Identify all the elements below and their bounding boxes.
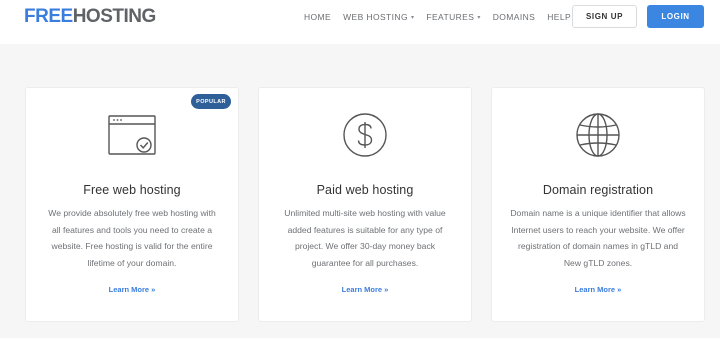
nav-label: HELP [547,12,572,22]
learn-more-link[interactable]: Learn More » [492,285,704,294]
feature-card-free-hosting: Free web hosting We provide absolutely f… [25,87,239,322]
main-nav: HOME WEB HOSTING ▾ FEATURES ▾ DOMAINS HE… [304,12,589,22]
chevron-down-icon: ▾ [410,14,415,21]
nav-label: DOMAINS [492,12,536,22]
logo-hosting-text: HOSTING [72,6,157,27]
nav-label: FEATURES [426,12,475,22]
popular-badge: POPULAR [191,94,231,109]
card-title: Paid web hosting [316,183,414,197]
nav-label: HOME [304,12,332,22]
logo-free-text: FREE [24,6,73,27]
chevron-down-icon: ▾ [477,14,481,21]
browser-window-check-icon [107,110,157,160]
learn-more-link[interactable]: Learn More » [259,285,471,294]
nav-item-features[interactable]: FEATURES ▾ [426,12,480,22]
nav-label: WEB HOSTING [343,12,408,22]
nav-item-web-hosting[interactable]: WEB HOSTING ▾ [343,12,414,22]
learn-more-link[interactable]: Learn More » [26,285,238,294]
site-logo[interactable]: FREEHOSTING [24,6,156,28]
feature-card-paid-hosting: Paid web hosting Unlimited multi-site we… [258,87,472,322]
dollar-coin-icon [340,110,390,160]
sign-up-button[interactable]: SIGN UP [572,5,637,28]
card-description: Unlimited multi-site web hosting with va… [284,208,446,268]
globe-icon [573,110,623,160]
nav-item-home[interactable]: HOME [304,12,331,22]
card-description: Domain name is a unique identifier that … [510,208,686,268]
site-header: FREEHOSTING HOME WEB HOSTING ▾ FEATURES … [0,0,720,44]
card-title: Free web hosting [83,183,181,197]
card-description: We provide absolutely free web hosting w… [48,208,216,268]
nav-item-domains[interactable]: DOMAINS [493,12,535,22]
feature-card-domain-registration: Domain registration Domain name is a uni… [491,87,705,322]
login-button[interactable]: LOGIN [647,5,704,28]
card-title: Domain registration [542,183,654,197]
